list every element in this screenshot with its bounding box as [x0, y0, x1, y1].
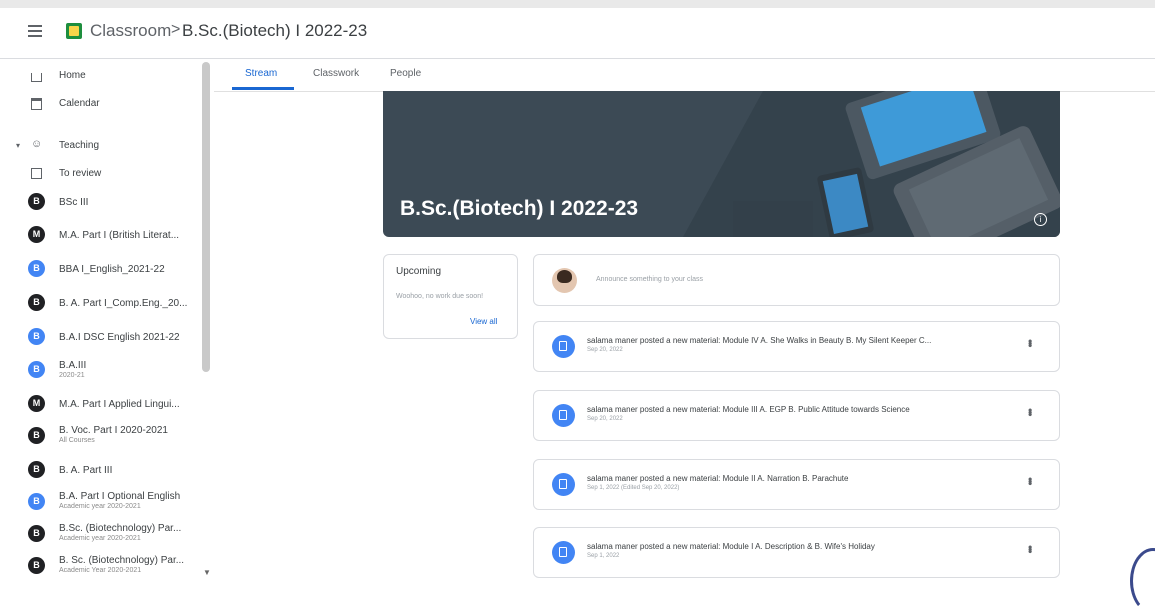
- sidebar-item-calendar[interactable]: Calendar: [0, 93, 200, 121]
- collapse-triangle-icon[interactable]: ▾: [16, 141, 20, 150]
- sidebar-item-label: Calendar: [59, 98, 100, 109]
- scroll-down-arrow-icon[interactable]: ▼: [203, 568, 211, 577]
- stream-post[interactable]: salama maner posted a new material: Modu…: [533, 459, 1060, 510]
- sidebar-item-class[interactable]: B B.A.III 2020-21: [0, 360, 200, 388]
- more-options-icon[interactable]: •••: [1023, 408, 1037, 415]
- class-banner: B.Sc.(Biotech) I 2022-23 i: [383, 91, 1060, 237]
- post-date: Sep 20, 2022: [587, 347, 623, 353]
- sidebar-item-class[interactable]: B B.A.I DSC English 2021-22: [0, 327, 200, 355]
- stream-post[interactable]: salama maner posted a new material: Modu…: [533, 527, 1060, 578]
- class-avatar: B: [28, 294, 45, 311]
- class-subtitle: Academic Year 2020-2021: [59, 567, 142, 574]
- post-text: salama maner posted a new material: Modu…: [587, 474, 849, 483]
- home-icon: [31, 73, 42, 82]
- breadcrumb-chevron-icon: >: [171, 21, 181, 38]
- review-list-icon: [31, 168, 42, 179]
- class-subtitle: 2020-21: [59, 372, 85, 379]
- sidebar-item-class[interactable]: B B.Sc. (Biotechnology) Par... Academic …: [0, 523, 200, 552]
- class-subtitle: Academic year 2020-2021: [59, 503, 141, 510]
- post-text: salama maner posted a new material: Modu…: [587, 405, 910, 414]
- class-avatar: B: [28, 461, 45, 478]
- upcoming-message: Woohoo, no work due soon!: [396, 293, 484, 300]
- tab-stream[interactable]: Stream: [245, 68, 277, 79]
- sidebar: Home Calendar ▾ ☺ Teaching To review B B…: [0, 59, 214, 580]
- class-name: B. A. Part I_Comp.Eng._20...: [59, 298, 188, 309]
- class-avatar: B: [28, 493, 45, 510]
- class-avatar: B: [28, 557, 45, 574]
- post-date: Sep 1, 2022: [587, 553, 620, 559]
- class-name: B.A.III: [59, 360, 87, 371]
- hamburger-menu-icon[interactable]: [28, 25, 42, 37]
- sidebar-item-label: Home: [59, 70, 86, 81]
- app-header: Classroom > B.Sc.(Biotech) I 2022-23: [0, 8, 1155, 59]
- active-tab-indicator: [232, 87, 294, 90]
- tab-classwork[interactable]: Classwork: [313, 68, 359, 79]
- app-title[interactable]: Classroom: [90, 21, 171, 41]
- announce-placeholder[interactable]: Announce something to your class: [596, 276, 703, 283]
- top-crop-strip: [0, 0, 1155, 8]
- people-icon: ☺: [31, 138, 43, 150]
- class-name: M.A. Part I Applied Lingui...: [59, 399, 180, 410]
- class-name: B.A.I DSC English 2021-22: [59, 332, 180, 343]
- announce-box[interactable]: Announce something to your class: [533, 254, 1060, 306]
- material-icon: [552, 541, 575, 564]
- sidebar-item-label: Teaching: [59, 140, 100, 151]
- sidebar-item-class[interactable]: B B. Voc. Part I 2020-2021 All Courses: [0, 425, 200, 454]
- post-date: Sep 20, 2022: [587, 416, 623, 422]
- sidebar-item-class[interactable]: M M.A. Part I (British Literat...: [0, 225, 200, 253]
- more-options-icon[interactable]: •••: [1023, 339, 1037, 346]
- material-icon: [552, 335, 575, 358]
- material-icon: [552, 404, 575, 427]
- class-name: B. Voc. Part I 2020-2021: [59, 425, 168, 436]
- sidebar-item-class[interactable]: B B.A. Part I Optional English Academic …: [0, 491, 200, 520]
- sidebar-item-class[interactable]: B B. A. Part III: [0, 460, 200, 488]
- class-avatar: M: [28, 395, 45, 412]
- material-icon: [552, 473, 575, 496]
- class-avatar: B: [28, 193, 45, 210]
- class-name: B. A. Part III: [59, 465, 113, 476]
- post-text: salama maner posted a new material: Modu…: [587, 542, 875, 551]
- class-banner-title: B.Sc.(Biotech) I 2022-23: [400, 197, 639, 220]
- sidebar-scrollbar[interactable]: [202, 62, 210, 372]
- post-date: Sep 1, 2022 (Edited Sep 20, 2022): [587, 485, 680, 491]
- avatar: [552, 268, 577, 293]
- upcoming-heading: Upcoming: [396, 266, 442, 277]
- stream-post[interactable]: salama maner posted a new material: Modu…: [533, 390, 1060, 441]
- class-avatar: B: [28, 361, 45, 378]
- sidebar-item-to-review[interactable]: To review: [0, 163, 200, 191]
- class-avatar: B: [28, 260, 45, 277]
- calendar-icon: [31, 98, 42, 110]
- post-text: salama maner posted a new material: Modu…: [587, 336, 932, 345]
- class-subtitle: All Courses: [59, 437, 95, 444]
- class-avatar: M: [28, 226, 45, 243]
- sidebar-item-home[interactable]: Home: [0, 65, 200, 93]
- class-name: BBA I_English_2021-22: [59, 264, 165, 275]
- view-all-link[interactable]: View all: [470, 317, 497, 326]
- breadcrumb-class-name: B.Sc.(Biotech) I 2022-23: [182, 21, 368, 40]
- more-options-icon[interactable]: •••: [1023, 477, 1037, 484]
- class-name: B. Sc. (Biotechnology) Par...: [59, 555, 185, 566]
- sidebar-item-class[interactable]: B BBA I_English_2021-22: [0, 259, 200, 287]
- class-subtitle: Academic year 2020-2021: [59, 535, 141, 542]
- sidebar-item-label: To review: [59, 168, 102, 179]
- class-avatar: B: [28, 427, 45, 444]
- sidebar-item-class[interactable]: B BSc III: [0, 192, 200, 220]
- classroom-logo-icon[interactable]: [66, 23, 82, 39]
- sidebar-item-class[interactable]: M M.A. Part I Applied Lingui...: [0, 394, 200, 422]
- class-avatar: B: [28, 328, 45, 345]
- class-name: B.Sc. (Biotechnology) Par...: [59, 523, 182, 534]
- sidebar-item-class[interactable]: B B. A. Part I_Comp.Eng._20...: [0, 293, 200, 321]
- more-options-icon[interactable]: •••: [1023, 545, 1037, 552]
- class-name: BSc III: [59, 197, 89, 208]
- class-avatar: B: [28, 525, 45, 542]
- class-name: M.A. Part I (British Literat...: [59, 230, 180, 241]
- upcoming-card: Upcoming Woohoo, no work due soon! View …: [383, 254, 518, 339]
- tab-people[interactable]: People: [390, 68, 421, 79]
- sidebar-item-teaching[interactable]: ▾ ☺ Teaching: [0, 135, 200, 163]
- corner-stamp-mark: [1130, 548, 1155, 614]
- info-icon[interactable]: i: [1034, 213, 1047, 226]
- stream-post[interactable]: salama maner posted a new material: Modu…: [533, 321, 1060, 372]
- class-name: B.A. Part I Optional English: [59, 491, 181, 502]
